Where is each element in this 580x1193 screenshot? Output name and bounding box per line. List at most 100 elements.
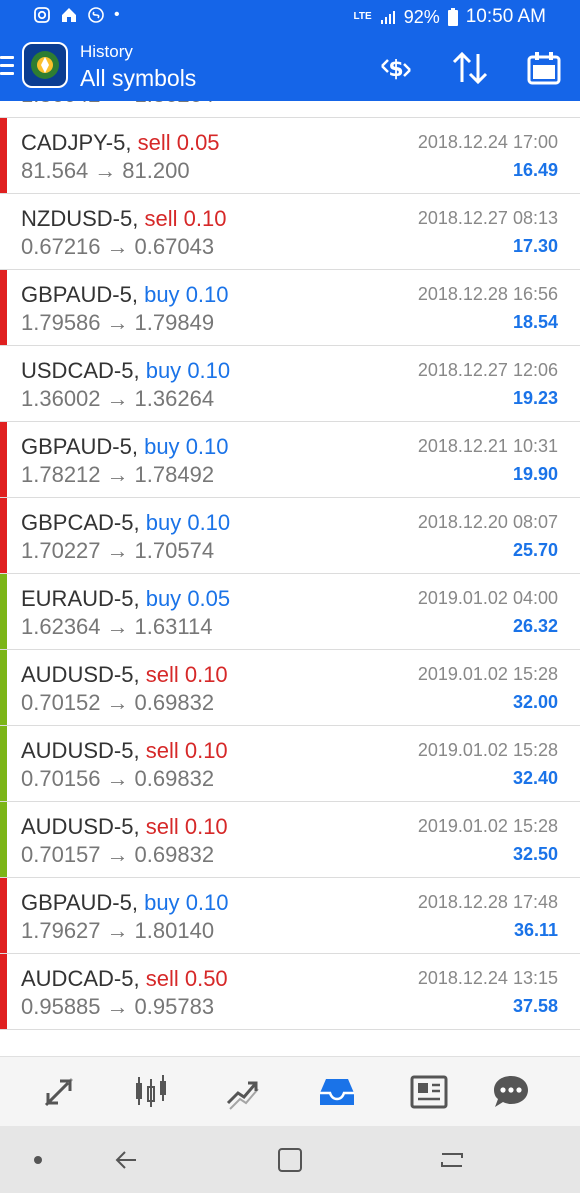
- trade-symbol: GBPAUD-5,: [21, 434, 138, 459]
- system-nav-bar: [0, 1126, 580, 1193]
- trade-indicator-bar: [0, 194, 7, 269]
- trade-row[interactable]: USDCAD-5, buy 0.10 1.36002 → 1.36264 2018.12…: [0, 346, 580, 422]
- trade-symbol: AUDUSD-5,: [21, 814, 140, 839]
- chart-icon[interactable]: [130, 1071, 172, 1113]
- arrow-icon: →: [106, 234, 129, 259]
- trade-profit: 36.11: [513, 920, 558, 940]
- sort-icon[interactable]: [450, 48, 490, 88]
- section-title: History: [80, 42, 133, 61]
- trade-row[interactable]: AUDUSD-5, sell 0.10 0.70152 → 0.69832 2019.0…: [0, 650, 580, 726]
- calendar-icon[interactable]: [524, 48, 564, 88]
- trade-prices: 1.78212 → 1.78492: [21, 462, 214, 488]
- page-title[interactable]: All symbols: [80, 64, 196, 92]
- open-price: 1.78212: [21, 462, 101, 487]
- trade-symbol-line: GBPAUD-5, buy 0.10: [21, 434, 229, 460]
- trade-row[interactable]: CADJPY-5, sell 0.05 81.564 → 81.200 2018.12.…: [0, 118, 580, 194]
- trade-side: buy: [145, 586, 182, 611]
- open-price: 1.79586: [21, 310, 101, 335]
- trade-row[interactable]: GBPAUD-5, buy 0.10 1.79627 → 1.80140 2018.12…: [0, 878, 580, 954]
- status-bar: • LTE 92% 10:50 AM: [0, 0, 580, 34]
- trade-volume: 0.10: [184, 662, 228, 687]
- trade-symbol-line: GBPCAD-5, buy 0.10: [21, 510, 230, 536]
- trade-symbol-line: GBPAUD-5, buy 0.10: [21, 890, 229, 916]
- trade-volume: 0.10: [185, 282, 229, 307]
- close-price: 0.69832: [134, 842, 215, 867]
- close-price: 0.95783: [134, 994, 215, 1019]
- close-price: 1.70574: [134, 538, 215, 563]
- trade-indicator-bar: [0, 498, 7, 573]
- trade-volume: 0.10: [185, 434, 229, 459]
- history-list[interactable]: USDCAD-5, buy 0.101.36042→1.362642018.12…: [0, 72, 580, 1056]
- trade-side: buy: [144, 890, 180, 915]
- back-icon[interactable]: [112, 1144, 144, 1176]
- dot-icon[interactable]: [22, 1144, 54, 1176]
- close-price: 1.78492: [134, 462, 215, 487]
- news-icon[interactable]: [408, 1071, 450, 1113]
- close-price: 1.36264: [134, 386, 215, 411]
- open-price: 0.95885: [21, 994, 101, 1019]
- trade-profit: 26.32: [512, 616, 558, 636]
- trade-symbol: AUDUSD-5,: [21, 738, 140, 763]
- battery-icon: [447, 8, 458, 26]
- trade-date: 2018.12.20 08:07: [417, 512, 558, 532]
- trade-prices: 1.79586 → 1.79849: [21, 310, 214, 336]
- trade-date: 2019.01.02 04:00: [417, 588, 558, 608]
- trade-indicator-bar: [0, 954, 7, 1029]
- trade-profit: 37.58: [512, 996, 558, 1016]
- trade-volume: 0.05: [176, 130, 220, 155]
- shazam-icon: [88, 7, 104, 23]
- arrow-icon: →: [106, 386, 129, 411]
- trade-symbol-line: AUDUSD-5, sell 0.10: [21, 814, 228, 840]
- arrow-icon: →: [106, 310, 129, 335]
- trade-profit: 18.54: [512, 312, 558, 332]
- trade-date: 2019.01.02 15:28: [417, 816, 558, 836]
- home-button-icon[interactable]: [274, 1144, 306, 1176]
- messages-icon[interactable]: [490, 1071, 532, 1113]
- trade-date: 2018.12.21 10:31: [417, 436, 558, 456]
- trade-row[interactable]: NZDUSD-5, sell 0.10 0.67216 → 0.67043 2018.1…: [0, 194, 580, 270]
- trade-icon[interactable]: [222, 1071, 264, 1113]
- trade-prices: 0.70157 → 0.69832: [21, 842, 214, 868]
- arrow-icon: →: [106, 690, 129, 715]
- network-type: LTE: [353, 11, 372, 22]
- trade-symbol-line: AUDUSD-5, sell 0.10: [21, 662, 228, 688]
- trade-row[interactable]: GBPAUD-5, buy 0.10 1.78212 → 1.78492 2018.12…: [0, 422, 580, 498]
- trade-prices: 1.62364 → 1.63114: [21, 614, 212, 640]
- trade-symbol-line: AUDUSD-5, sell 0.10: [21, 738, 228, 764]
- trade-side: sell: [145, 662, 179, 687]
- instagram-icon: [34, 7, 50, 23]
- trade-prices: 1.79627 → 1.80140: [21, 918, 214, 944]
- trade-volume: 0.05: [187, 586, 231, 611]
- recents-icon[interactable]: [436, 1144, 468, 1176]
- trade-row[interactable]: AUDCAD-5, sell 0.50 0.95885 → 0.95783 2018.1…: [0, 954, 580, 1030]
- trade-volume: 0.50: [184, 966, 228, 991]
- trade-volume: 0.10: [183, 206, 227, 231]
- trade-row[interactable]: AUDUSD-5, sell 0.10 0.70156 → 0.69832 2019.0…: [0, 726, 580, 802]
- app-logo[interactable]: [22, 42, 68, 88]
- trade-prices: 0.95885 → 0.95783: [21, 994, 214, 1020]
- trade-symbol: GBPAUD-5,: [21, 890, 138, 915]
- open-price: 0.70157: [21, 842, 101, 867]
- open-price: 81.564: [21, 158, 89, 183]
- trade-side: buy: [145, 358, 182, 383]
- trade-indicator-bar: [0, 726, 7, 801]
- open-price: 0.67216: [21, 234, 101, 259]
- quotes-icon[interactable]: [38, 1071, 80, 1113]
- history-icon[interactable]: [316, 1071, 358, 1113]
- currency-exchange-icon[interactable]: $: [376, 48, 416, 88]
- trade-indicator-bar: [0, 270, 7, 345]
- arrow-icon: →: [106, 538, 129, 563]
- trade-row[interactable]: GBPCAD-5, buy 0.10 1.70227 → 1.70574 2018.12…: [0, 498, 580, 574]
- trade-profit: 17.30: [512, 236, 558, 256]
- trade-symbol-line: CADJPY-5, sell 0.05: [21, 130, 220, 156]
- menu-icon[interactable]: [0, 56, 14, 76]
- trade-side: sell: [145, 966, 179, 991]
- battery-level: 92%: [403, 6, 440, 27]
- trade-row[interactable]: EURAUD-5, buy 0.05 1.62364 → 1.63114 2019.01…: [0, 574, 580, 650]
- trade-symbol: GBPCAD-5,: [21, 510, 140, 535]
- close-price: 0.69832: [134, 766, 215, 791]
- trade-row[interactable]: AUDUSD-5, sell 0.10 0.70157 → 0.69832 2019.0…: [0, 802, 580, 878]
- dot-icon: •: [114, 6, 120, 23]
- trade-date: 2019.01.02 15:28: [417, 740, 558, 760]
- trade-row[interactable]: GBPAUD-5, buy 0.10 1.79586 → 1.79849 2018.12…: [0, 270, 580, 346]
